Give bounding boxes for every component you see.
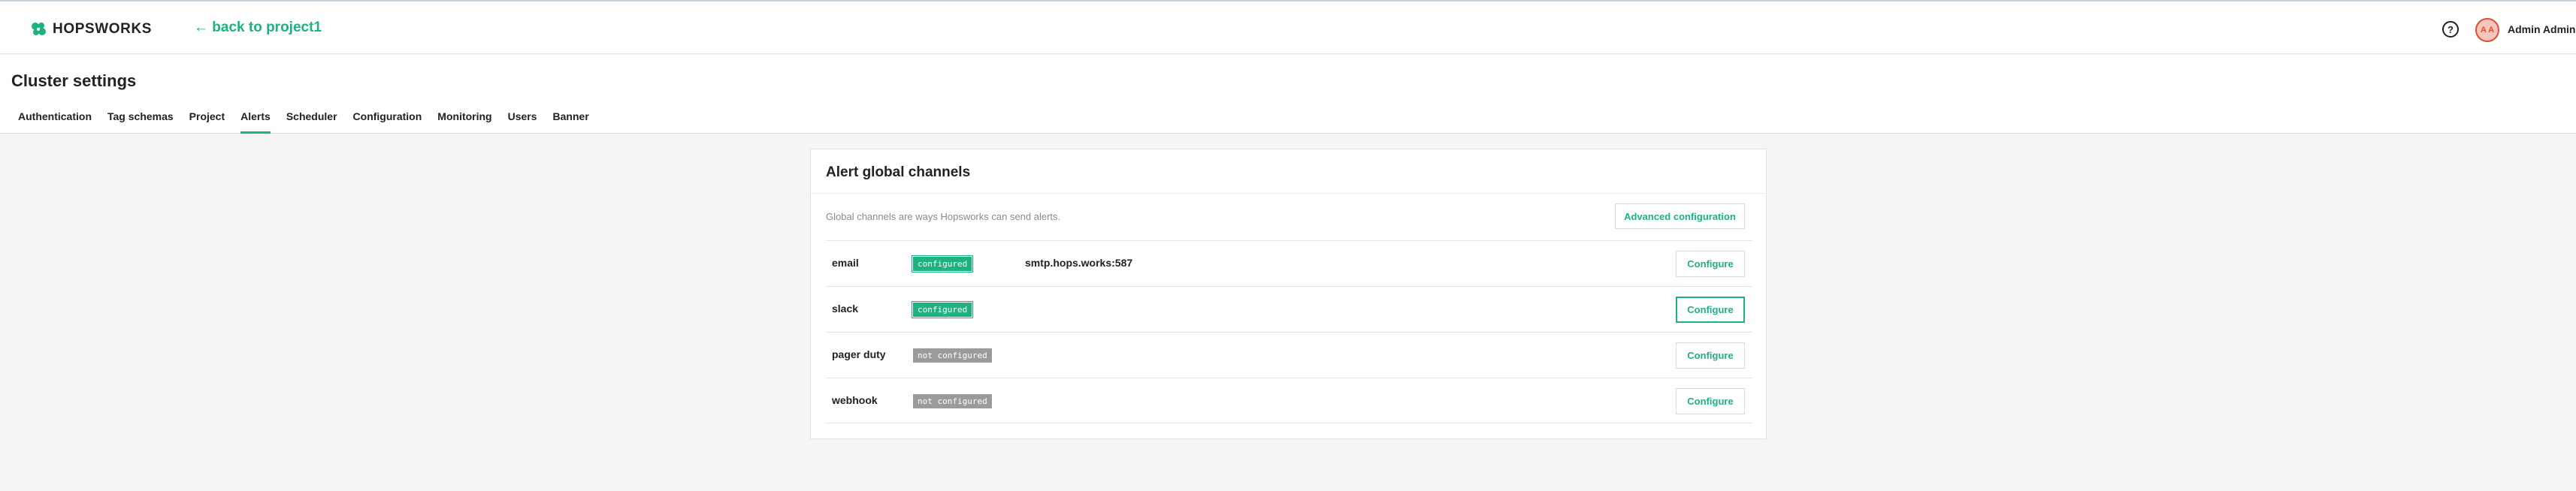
page-title: Cluster settings — [11, 71, 137, 90]
tab-tag-schemas[interactable]: Tag schemas — [107, 109, 174, 134]
status-badge: configured — [911, 255, 974, 273]
settings-tabs: Authentication Tag schemas Project Alert… — [18, 109, 605, 134]
channel-name: webhook — [832, 394, 878, 406]
card-title: Alert global channels — [826, 164, 971, 180]
channel-detail: smtp.hops.works:587 — [1025, 257, 1133, 269]
channel-list: email configured smtp.hops.works:587 Con… — [826, 240, 1752, 423]
tab-authentication[interactable]: Authentication — [18, 109, 92, 134]
alert-channels-card: Alert global channels Global channels ar… — [810, 149, 1767, 439]
advanced-configuration-button[interactable]: Advanced configuration — [1615, 203, 1745, 229]
user-name[interactable]: Admin Admin — [2508, 23, 2575, 35]
card-description: Global channels are ways Hopsworks can s… — [826, 211, 1061, 222]
back-to-project-link[interactable]: ← back to project1 — [194, 20, 322, 36]
tab-configuration[interactable]: Configuration — [353, 109, 422, 134]
channel-name: email — [832, 257, 859, 269]
status-badge: not configured — [913, 394, 992, 408]
divider — [811, 193, 1766, 194]
logo[interactable]: HOPSWORKS — [29, 20, 152, 39]
top-bar: HOPSWORKS ← back to project1 ? A A Admin… — [0, 0, 2576, 54]
tab-alerts[interactable]: Alerts — [240, 109, 271, 134]
avatar[interactable]: A A — [2475, 18, 2499, 42]
tab-project[interactable]: Project — [189, 109, 225, 134]
logo-text: HOPSWORKS — [53, 21, 153, 37]
channel-row-pager-duty: pager duty not configured Configure — [826, 332, 1752, 378]
configure-webhook-button[interactable]: Configure — [1676, 388, 1745, 414]
page-header: Cluster settings Authentication Tag sche… — [0, 55, 2576, 134]
status-badge: not configured — [913, 348, 992, 363]
tab-banner[interactable]: Banner — [553, 109, 589, 134]
status-badge: configured — [911, 301, 974, 318]
tab-users[interactable]: Users — [508, 109, 537, 134]
channel-name: slack — [832, 303, 859, 315]
tab-monitoring[interactable]: Monitoring — [437, 109, 491, 134]
channel-name: pager duty — [832, 348, 886, 360]
tab-scheduler[interactable]: Scheduler — [286, 109, 337, 134]
channel-row-webhook: webhook not configured Configure — [826, 378, 1752, 423]
configure-pager-duty-button[interactable]: Configure — [1676, 342, 1745, 369]
configure-slack-button[interactable]: Configure — [1676, 297, 1745, 323]
configure-email-button[interactable]: Configure — [1676, 251, 1745, 277]
hopsworks-logo-icon — [32, 23, 46, 35]
channel-row-email: email configured smtp.hops.works:587 Con… — [826, 240, 1752, 286]
help-circle-icon[interactable]: ? — [2442, 21, 2459, 38]
channel-row-slack: slack configured Configure — [826, 286, 1752, 332]
